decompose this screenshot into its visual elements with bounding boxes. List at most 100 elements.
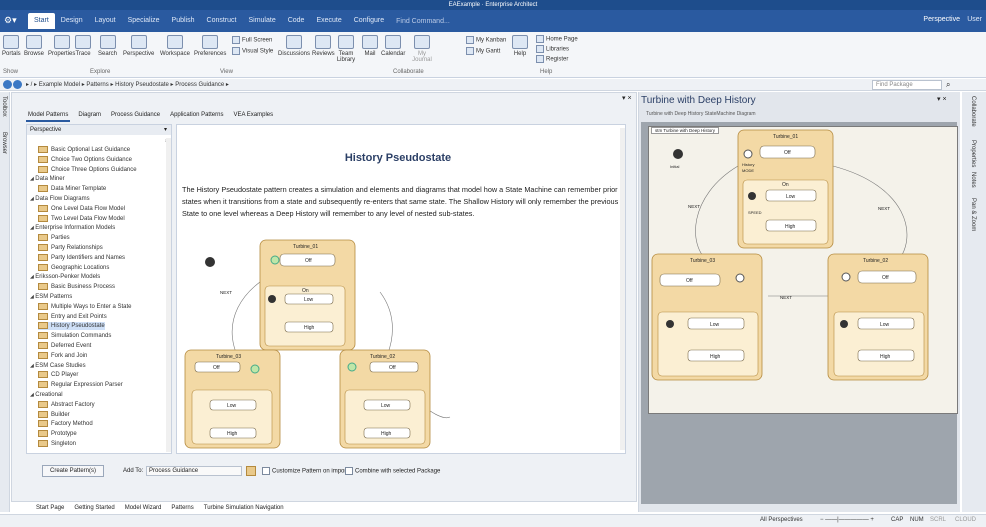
user-button[interactable]: User [967,14,982,26]
tree-group[interactable]: Data Miner [30,175,64,183]
tab-properties[interactable]: Properties [970,140,976,167]
crumb-patterns[interactable]: Patterns [86,82,108,88]
tree-item[interactable]: Prototype [38,430,77,438]
browse-button[interactable]: Browse [24,35,44,57]
workspace-button[interactable]: Workspace [160,35,190,57]
tree-item[interactable]: Basic Business Process [38,283,115,291]
tab-model-patterns[interactable]: Model Patterns [26,110,71,122]
reviews-button[interactable]: Reviews [312,35,335,57]
tab-pan-zoom[interactable]: Pan & Zoom [970,198,976,231]
tree-item[interactable]: Builder [38,411,70,419]
tree-group[interactable]: ESM Case Studies [30,362,85,370]
discussions-button[interactable]: Discussions [278,35,310,57]
tree-scrollbar[interactable] [166,138,171,452]
tree-item[interactable]: Regular Expression Parser [38,381,123,389]
zoom-slider[interactable]: − ——|————— + [820,514,880,527]
tree-item[interactable]: Choice Three Options Guidance [38,166,137,174]
tree-item[interactable]: Abstract Factory [38,401,95,409]
combine-package-checkbox[interactable]: Combine with selected Package [345,467,440,476]
pane-menu-icon[interactable]: ▾ × [622,94,632,102]
tree-group[interactable]: Data Flow Diagrams [30,195,89,203]
tree-item[interactable]: Parties [38,234,70,242]
tree-item[interactable]: Fork and Join [38,352,87,360]
tree-group[interactable]: Creational [30,391,62,399]
tree-item[interactable]: Deferred Event [38,342,91,350]
tab-vea-examples[interactable]: VEA Examples [231,110,275,122]
tree-group[interactable]: Eriksson-Penker Models [30,273,100,281]
my-journal-button[interactable]: My Journal [410,35,434,63]
crumb-example-model[interactable]: Example Model [39,82,80,88]
tab-application-patterns[interactable]: Application Patterns [168,110,225,122]
tab-toolbox[interactable]: Toolbox [1,96,7,117]
doc-tab-patterns[interactable]: Patterns [171,502,193,514]
menu-construct[interactable]: Construct [201,13,243,29]
doc-tab-turbine-simulation[interactable]: Turbine Simulation Navigation [204,502,284,514]
team-library-button[interactable]: Team Library [336,35,356,63]
menu-execute[interactable]: Execute [310,13,347,29]
perspective-dropdown[interactable]: Perspective ▾ [27,125,171,135]
my-gantt-button[interactable]: My Gantt [466,47,500,55]
full-screen-button[interactable]: Full Screen [232,36,272,44]
menu-specialize[interactable]: Specialize [122,13,166,29]
menu-start[interactable]: Start [28,13,55,29]
trace-button[interactable]: Trace [75,35,91,57]
tree-item[interactable]: Entry and Exit Points [38,313,107,321]
doc-tab-start-page[interactable]: Start Page [36,502,64,514]
menu-configure[interactable]: Configure [348,13,390,29]
forward-icon[interactable] [13,80,22,89]
tree-item[interactable]: History Pseudostate [38,322,105,331]
visual-style-button[interactable]: Visual Style [232,47,273,55]
my-kanban-button[interactable]: My Kanban [466,36,506,44]
menu-publish[interactable]: Publish [166,13,201,29]
preferences-button[interactable]: Preferences [194,35,226,57]
perspective-ribbon-button[interactable]: Perspective [123,35,154,57]
find-command-input[interactable]: Find Command... [390,15,456,28]
tree-item[interactable]: Basic Optional Last Guidance [38,146,130,154]
menu-code[interactable]: Code [282,13,311,29]
content-scrollbar[interactable] [620,128,625,450]
menu-layout[interactable]: Layout [89,13,122,29]
tab-diagram[interactable]: Diagram [76,110,103,122]
tree-group[interactable]: Enterprise Information Models [30,224,115,232]
perspective-button[interactable]: Perspective [923,14,960,26]
search-icon[interactable]: ⌕ [946,80,950,90]
tree-item[interactable]: Party Identifiers and Names [38,254,125,262]
tab-notes[interactable]: Notes [970,172,976,188]
tree-item[interactable]: Singleton [38,440,76,448]
tree-item[interactable]: Simulation Commands [38,332,111,340]
tree-item[interactable]: Geographic Locations [38,264,109,272]
crumb-process-guidance[interactable]: Process Guidance [175,82,224,88]
crumb-history-pseudostate[interactable]: History Pseudostate [115,82,169,88]
tree-item[interactable]: Factory Method [38,420,93,428]
calendar-button[interactable]: Calendar [381,35,405,57]
select-package-icon[interactable] [246,466,256,476]
doc-tab-model-wizard[interactable]: Model Wizard [125,502,162,514]
customize-pattern-checkbox[interactable]: Customize Pattern on import [262,467,348,476]
help-button[interactable]: Help [512,35,528,57]
mail-button[interactable]: Mail [362,35,378,57]
tree-item[interactable]: One Level Data Flow Model [38,205,125,213]
tree-item[interactable]: Party Relationships [38,244,103,252]
tree-item[interactable]: CD Player [38,371,78,379]
create-patterns-button[interactable]: Create Pattern(s) [42,465,104,477]
app-menu-icon[interactable]: ⚙▾ [4,13,22,27]
search-button[interactable]: Search [98,35,117,57]
add-to-field[interactable]: Process Guidance [146,466,242,476]
back-icon[interactable] [3,80,12,89]
tree-item[interactable]: Data Miner Template [38,185,106,193]
portals-button[interactable]: Portals [2,35,21,57]
tree-item[interactable]: Choice Two Options Guidance [38,156,132,164]
pane-menu-icon[interactable]: ▾ × [937,95,947,103]
tree-item[interactable]: Two Level Data Flow Model [38,215,125,223]
properties-button[interactable]: Properties [48,35,75,57]
menu-simulate[interactable]: Simulate [242,13,281,29]
tree-item[interactable]: Multiple Ways to Enter a State [38,303,131,311]
tab-browser[interactable]: Browser [1,132,7,154]
doc-tab-getting-started[interactable]: Getting Started [74,502,114,514]
tab-process-guidance[interactable]: Process Guidance [109,110,162,122]
register-button[interactable]: Register [536,55,568,63]
home-page-button[interactable]: Home Page [536,35,578,43]
find-package-input[interactable]: Find Package [872,80,942,90]
tab-collaborate[interactable]: Collaborate [970,96,976,127]
tree-group[interactable]: ESM Patterns [30,293,72,301]
